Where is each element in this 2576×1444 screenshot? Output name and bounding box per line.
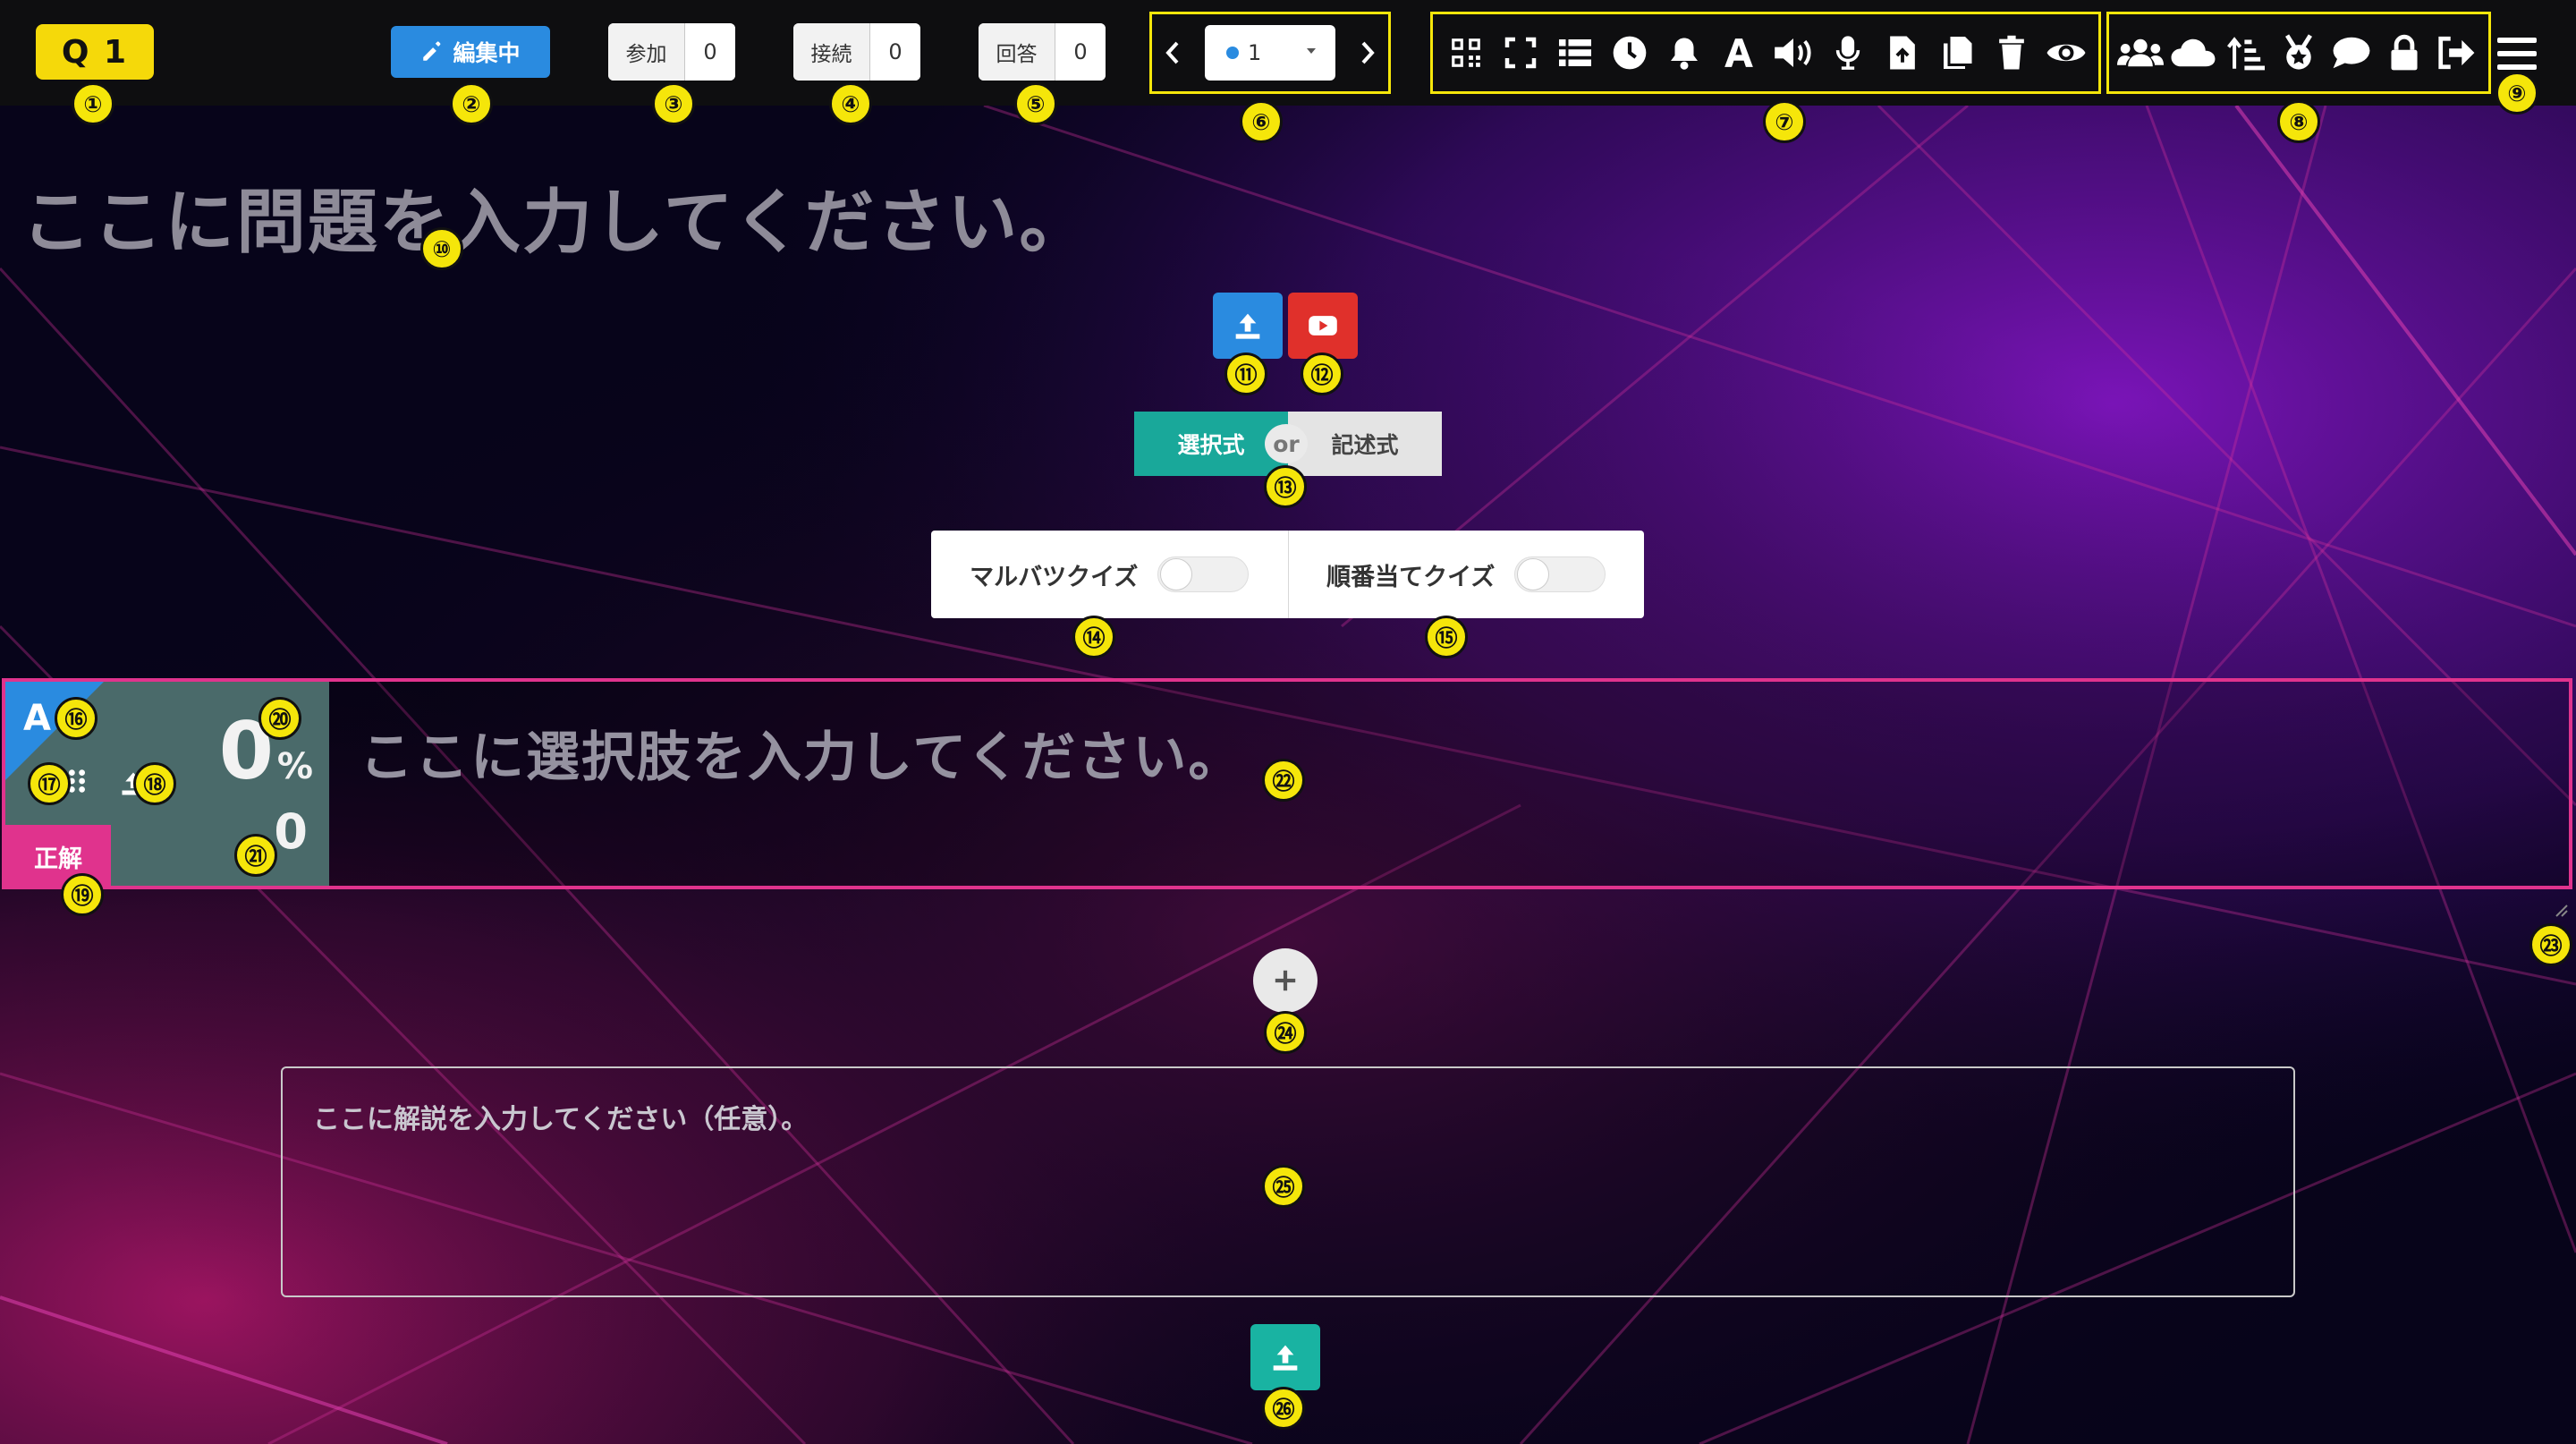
- medal-icon[interactable]: [2275, 30, 2322, 76]
- eye-icon[interactable]: [2043, 30, 2089, 76]
- annotation-marker: ⑫: [1301, 353, 1343, 395]
- explanation-placeholder: ここに解説を入力してください（任意）。: [313, 1104, 809, 1135]
- chevron-left-icon: [1165, 41, 1179, 64]
- join-count: 0: [685, 23, 735, 81]
- upload-icon: [1273, 1345, 1298, 1371]
- youtube-button[interactable]: [1288, 293, 1358, 359]
- annotation-marker: ⑥: [1240, 100, 1283, 143]
- edit-mode-button[interactable]: 編集中: [391, 26, 550, 78]
- annotation-marker: ㉔: [1264, 1011, 1307, 1054]
- order-quiz-switch[interactable]: [1514, 556, 1606, 592]
- annotation-marker: ⑪: [1224, 353, 1267, 395]
- comment-icon[interactable]: [2328, 30, 2375, 76]
- clock-icon[interactable]: [1606, 30, 1653, 76]
- or-divider: or: [1265, 424, 1308, 463]
- copy-icon[interactable]: [1934, 30, 1980, 76]
- trash-icon[interactable]: [1988, 30, 2035, 76]
- annotation-marker: ①: [72, 82, 114, 125]
- annotation-marker: ⑧: [2277, 100, 2320, 143]
- choice-answer-count: 0: [274, 803, 308, 860]
- annotation-marker: ㉒: [1262, 759, 1305, 802]
- sign-out-icon[interactable]: [2433, 30, 2479, 76]
- microphone-icon[interactable]: [1825, 30, 1871, 76]
- caret-down-icon: [1307, 48, 1316, 54]
- edit-icon: [423, 41, 441, 61]
- top-toolbar: Q 1 編集中 参加 0 接続 0 回答 0 1: [0, 0, 2576, 106]
- switch-knob: [1517, 558, 1550, 590]
- order-quiz-toggle-cell: 順番当てクイズ: [1287, 531, 1645, 618]
- annotation-marker: ④: [829, 82, 872, 125]
- answer-counter: 回答 0: [979, 23, 1106, 81]
- annotation-marker: ⑨: [2496, 72, 2538, 115]
- volume-icon[interactable]: [1770, 30, 1817, 76]
- annotation-marker: ⑬: [1264, 465, 1307, 508]
- tool-icon-group-2: [2106, 12, 2491, 94]
- sort-icon[interactable]: [2223, 30, 2269, 76]
- qr-code-icon[interactable]: [1443, 30, 1489, 76]
- join-counter: 参加 0: [608, 23, 735, 81]
- question-select[interactable]: 1: [1205, 25, 1335, 81]
- annotation-marker: ⑮: [1425, 616, 1468, 658]
- bell-icon[interactable]: [1661, 30, 1707, 76]
- annotation-marker: ⑭: [1072, 616, 1115, 658]
- annotation-marker: ⑳: [258, 697, 301, 740]
- annotation-marker: ⑤: [1014, 82, 1057, 125]
- add-choice-button[interactable]: [1253, 948, 1318, 1013]
- next-question-button[interactable]: [1347, 14, 1388, 91]
- annotation-marker: ②: [450, 82, 493, 125]
- fullscreen-icon[interactable]: [1497, 30, 1544, 76]
- quiz-mode-toggles: マルバツクイズ 順番当てクイズ: [931, 531, 1644, 618]
- edit-mode-label: 編集中: [453, 40, 521, 66]
- list-icon[interactable]: [1552, 30, 1598, 76]
- lock-icon[interactable]: [2381, 30, 2428, 76]
- annotation-marker: ⑦: [1763, 100, 1806, 143]
- text-type-button[interactable]: 記述式: [1288, 412, 1442, 476]
- explanation-upload-button[interactable]: [1250, 1324, 1320, 1390]
- annotation-marker: ㉕: [1262, 1165, 1305, 1208]
- font-icon[interactable]: [1716, 30, 1762, 76]
- annotation-marker: ㉖: [1262, 1387, 1305, 1430]
- upload-icon: [1235, 313, 1260, 339]
- question-select-value: 1: [1248, 40, 1262, 65]
- maru-batsu-label: マルバツクイズ: [970, 563, 1139, 591]
- prev-question-button[interactable]: [1152, 14, 1193, 91]
- users-icon[interactable]: [2117, 30, 2165, 76]
- choice-input[interactable]: ここに選択肢を入力してください。: [360, 714, 1243, 792]
- cloud-icon[interactable]: [2170, 30, 2216, 76]
- annotation-marker: ⑰: [28, 762, 71, 805]
- annotation-marker: ⑯: [55, 697, 97, 740]
- question-number-badge[interactable]: Q 1: [36, 24, 154, 80]
- annotation-marker: ⑲: [61, 873, 104, 916]
- chevron-right-icon: [1361, 41, 1375, 64]
- annotation-marker: ㉓: [2529, 923, 2572, 966]
- connect-count: 0: [870, 23, 920, 81]
- annotation-marker: ③: [652, 82, 695, 125]
- answer-count: 0: [1055, 23, 1106, 81]
- annotation-marker: ⑱: [133, 762, 176, 805]
- status-dot-icon: [1226, 47, 1239, 59]
- annotation-marker: ⑩: [420, 227, 463, 270]
- switch-knob: [1160, 558, 1193, 590]
- connect-counter: 接続 0: [793, 23, 920, 81]
- choice-letter: A: [23, 698, 51, 739]
- answer-label: 回答: [979, 23, 1055, 81]
- order-quiz-label: 順番当てクイズ: [1326, 563, 1496, 591]
- annotation-marker: ㉑: [234, 834, 277, 877]
- youtube-icon: [1309, 316, 1337, 336]
- resize-handle-icon[interactable]: [2555, 904, 2569, 918]
- join-label: 参加: [608, 23, 685, 81]
- question-pager: 1: [1149, 12, 1391, 94]
- plus-icon: [1275, 970, 1296, 991]
- app-stage: Q 1 編集中 参加 0 接続 0 回答 0 1 ここに問題を入力してください。…: [0, 0, 2576, 1444]
- question-input[interactable]: ここに問題を入力してください。: [21, 166, 1090, 267]
- maru-batsu-switch[interactable]: [1157, 556, 1250, 592]
- image-upload-button[interactable]: [1213, 293, 1283, 359]
- hamburger-menu-icon[interactable]: [2496, 36, 2538, 72]
- tool-icon-group: [1430, 12, 2101, 94]
- connect-label: 接続: [793, 23, 870, 81]
- maru-batsu-toggle-cell: マルバツクイズ: [931, 531, 1288, 618]
- file-upload-icon[interactable]: [1879, 30, 1926, 76]
- choice-percent-sign: %: [276, 746, 313, 787]
